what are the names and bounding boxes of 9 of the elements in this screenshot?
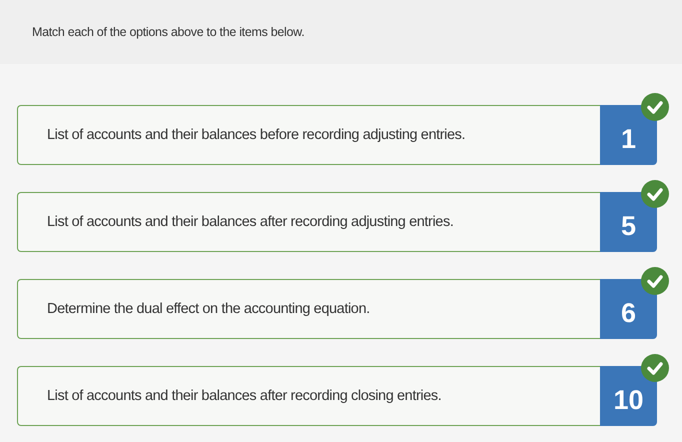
answer-box[interactable]: 10 (600, 366, 657, 426)
match-item: List of accounts and their balances before recording adjusting entries. (17, 105, 600, 165)
match-item: List of accounts and their balances after recording adjusting entries. (17, 192, 600, 252)
answer-box[interactable]: 5 (600, 192, 657, 252)
answer-box[interactable]: 6 (600, 279, 657, 339)
match-item: Determine the dual effect on the accounting equation. (17, 279, 600, 339)
instruction-text: Match each of the options above to the items below. (32, 25, 304, 39)
match-item: List of accounts and their balances after recording closing entries. (17, 366, 600, 426)
answer-box[interactable]: 1 (600, 105, 657, 165)
